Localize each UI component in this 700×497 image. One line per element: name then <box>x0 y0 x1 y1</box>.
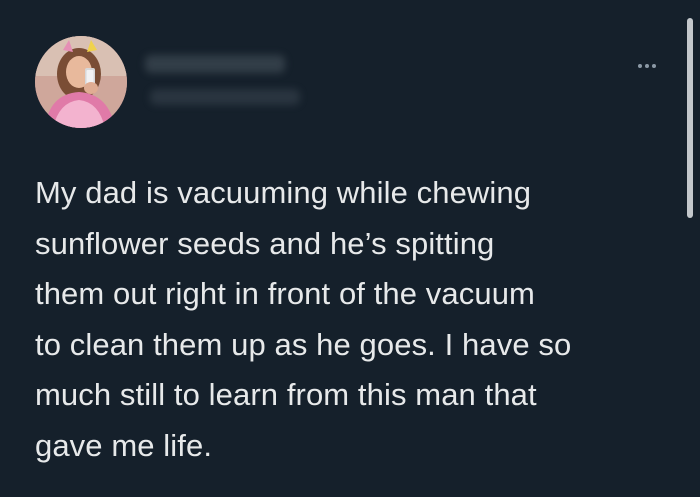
avatar-photo <box>35 36 127 128</box>
ellipsis-icon <box>638 64 642 68</box>
scrollbar[interactable] <box>687 18 693 218</box>
avatar[interactable] <box>35 36 127 128</box>
display-name-redacted[interactable] <box>145 55 285 73</box>
tweet-text: My dad is vacuuming while chewing sunflo… <box>35 175 572 463</box>
ellipsis-icon <box>652 64 656 68</box>
ellipsis-icon <box>645 64 649 68</box>
more-options-button[interactable] <box>632 56 662 76</box>
username-redacted[interactable] <box>150 89 300 105</box>
tweet-card: My dad is vacuuming while chewing sunflo… <box>0 0 700 497</box>
